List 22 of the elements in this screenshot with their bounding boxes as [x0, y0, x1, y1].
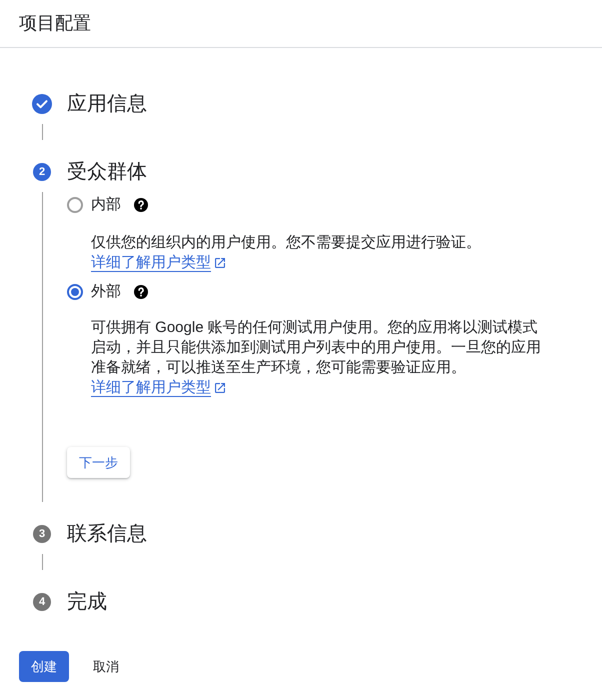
- step-title: 联系信息: [67, 522, 147, 547]
- step-title: 应用信息: [67, 92, 147, 117]
- option-description: 可供拥有 Google 账号的任何测试用户使用。您的应用将以测试模式启动，并且只能供添加到测试用户列表中的用户使用。一旦您的应用准备就绪，可以推送至生产环境，您可能需要验证应用。 详细了解用户类型: [91, 318, 542, 398]
- learn-more-link[interactable]: 详细了解用户类型: [91, 254, 225, 271]
- radio-button[interactable]: [67, 284, 83, 300]
- external-link-icon: [215, 383, 225, 393]
- help-icon[interactable]: [134, 198, 148, 212]
- option-label: 内部: [91, 194, 121, 215]
- step-number: 4: [33, 593, 51, 611]
- help-icon[interactable]: [134, 285, 148, 299]
- external-link-icon: [215, 258, 225, 268]
- option-label: 外部: [91, 282, 121, 302]
- step-number: 3: [33, 525, 51, 543]
- page-title: 项目配置: [19, 12, 91, 35]
- next-button[interactable]: 下一步: [67, 447, 130, 478]
- learn-more-link[interactable]: 详细了解用户类型: [91, 379, 225, 396]
- step-number: 2: [33, 163, 51, 181]
- option-description: 仅供您的组织内的用户使用。您不需要提交应用进行验证。 详细了解用户类型: [91, 233, 482, 273]
- create-button[interactable]: 创建: [19, 651, 69, 682]
- radio-button[interactable]: [67, 197, 83, 213]
- step-title: 受众群体: [67, 160, 147, 185]
- step-title: 完成: [67, 590, 107, 615]
